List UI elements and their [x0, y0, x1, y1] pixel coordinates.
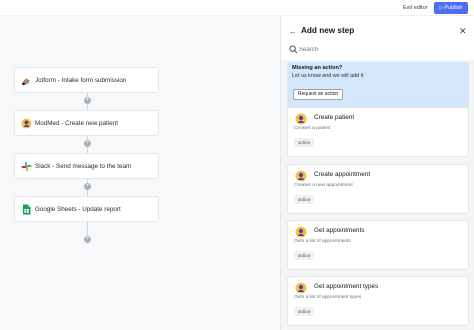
publish-button[interactable]: ▷Publish — [434, 2, 468, 14]
action-title: Create appointment — [314, 171, 371, 178]
action-card-create-appointment[interactable]: Create appointment Creates a new appoint… — [287, 164, 469, 214]
action-card-get-appointment-types[interactable]: Get appointment types Gets a list of app… — [287, 276, 469, 326]
action-description: Gets a list of appointment types — [294, 295, 362, 300]
workflow-step-modmed[interactable]: ModMed - Create new patient — [14, 110, 159, 136]
step-label: Slack - Send message to the team — [35, 162, 132, 170]
modmed-icon — [295, 170, 307, 182]
action-title: Get appointment types — [314, 283, 379, 290]
action-badge: action — [294, 195, 315, 204]
search-icon — [289, 45, 298, 54]
action-title: Get appointments — [314, 227, 365, 234]
slack-icon — [21, 161, 32, 172]
step-label: ModMed - Create new patient — [35, 119, 118, 127]
back-arrow-icon[interactable]: ← — [289, 27, 297, 36]
add-step-button[interactable]: + — [84, 183, 91, 190]
top-bar: Exit editor ▷Publish — [0, 0, 474, 16]
publish-icon: ▷ — [439, 5, 444, 11]
exit-editor-button[interactable]: Exit editor — [400, 3, 430, 14]
modmed-icon — [295, 113, 307, 125]
modmed-icon — [295, 282, 307, 294]
panel-title: Add new step — [301, 26, 355, 35]
workflow-step-google-sheets[interactable]: Google Sheets - Update report — [14, 196, 159, 222]
workflow-step-slack[interactable]: Slack - Send message to the team — [14, 153, 159, 179]
action-card-create-patient[interactable]: Create patient Creates a patient action — [287, 107, 469, 157]
request-action-button[interactable]: Request an action — [293, 89, 343, 100]
action-description: Creates a new appointment — [294, 183, 353, 188]
add-step-button[interactable]: + — [84, 236, 91, 243]
action-description: Creates a patient — [294, 126, 331, 131]
jotform-icon — [21, 75, 32, 86]
action-badge: action — [294, 251, 315, 260]
action-badge: action — [294, 138, 315, 147]
add-step-button[interactable]: + — [84, 97, 91, 104]
modmed-icon — [295, 226, 307, 238]
missing-action-subtitle: Let us know and we will add it — [292, 73, 364, 79]
missing-action-title: Missing an action? — [292, 65, 343, 71]
action-card-get-appointments[interactable]: Get appointments Gets a list of appointm… — [287, 220, 469, 270]
add-step-button[interactable]: + — [84, 140, 91, 147]
modmed-icon — [21, 118, 32, 129]
workflow-canvas[interactable]: Jotform - Intake form submission + ModMe… — [0, 16, 280, 330]
action-title: Create patient — [314, 114, 355, 121]
action-badge: action — [294, 307, 315, 316]
step-label: Jotform - Intake form submission — [35, 76, 127, 84]
workflow-step-jotform[interactable]: Jotform - Intake form submission — [14, 67, 159, 93]
google-sheets-icon — [21, 204, 32, 215]
panel-header: ← Add new step ✕ — [281, 16, 474, 60]
add-step-panel: ← Add new step ✕ Missing an action? Let … — [280, 16, 474, 330]
search-input[interactable] — [299, 45, 469, 55]
close-icon[interactable]: ✕ — [459, 26, 467, 37]
publish-label: Publish — [444, 5, 463, 11]
step-label: Google Sheets - Update report — [35, 205, 121, 213]
action-description: Gets a list of appointments — [294, 239, 351, 244]
